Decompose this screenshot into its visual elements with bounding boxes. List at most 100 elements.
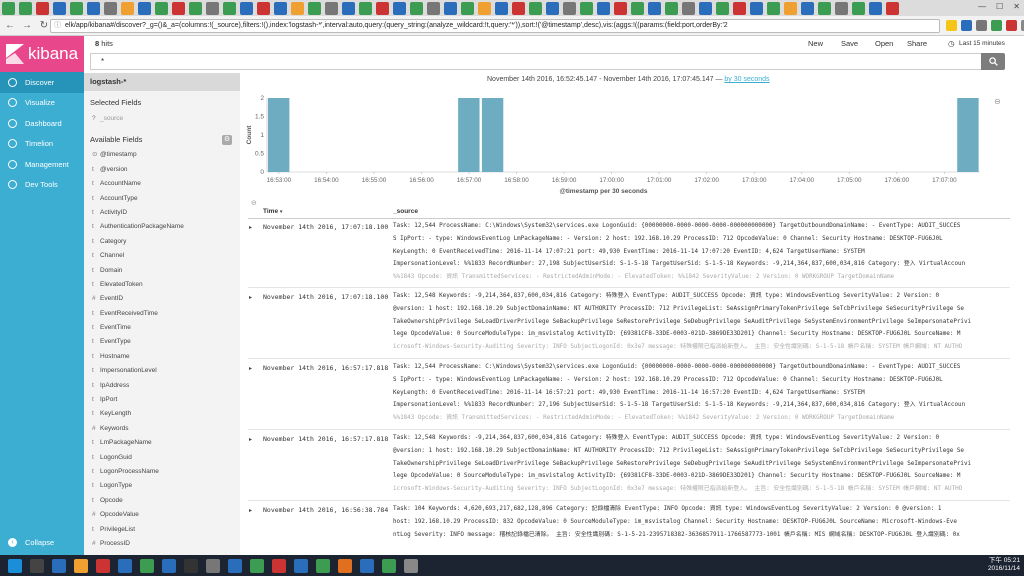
sidebar-item-dev-tools[interactable]: Dev Tools [0, 175, 84, 196]
app-icon[interactable] [316, 558, 330, 573]
sidebar-item-visualize[interactable]: Visualize [0, 93, 84, 114]
app-icon[interactable] [228, 558, 242, 573]
browser-tab[interactable] [376, 1, 389, 15]
column-header-time[interactable]: Time ▾ [263, 208, 282, 215]
histogram-bar[interactable] [268, 98, 290, 172]
browser-tab[interactable] [36, 1, 49, 15]
browser-tab[interactable] [206, 1, 219, 15]
page-info-icon[interactable]: ⓘ [54, 20, 61, 32]
browser-tab[interactable] [240, 1, 253, 15]
browser-tab[interactable] [665, 1, 678, 15]
new-button[interactable]: New [808, 39, 823, 48]
open-button[interactable]: Open [875, 39, 893, 48]
browser-tab[interactable] [886, 1, 899, 15]
forward-icon[interactable]: → [20, 20, 34, 31]
browser-tab[interactable] [478, 1, 491, 15]
app-icon[interactable] [272, 558, 286, 573]
available-field[interactable]: t KeyLength [84, 407, 240, 421]
browser-tab[interactable] [818, 1, 831, 15]
sidebar-item-timelion[interactable]: Timelion [0, 134, 84, 155]
available-field[interactable]: t LogonType [84, 479, 240, 493]
system-clock[interactable]: 下午 05:21 2016/11/14 [988, 557, 1020, 573]
browser-tab[interactable] [53, 1, 66, 15]
browser-tab[interactable] [410, 1, 423, 15]
browser-tab[interactable] [138, 1, 151, 15]
browser-tab[interactable] [70, 1, 83, 15]
browser-tab[interactable] [648, 1, 661, 15]
windows-start-icon[interactable] [8, 558, 22, 573]
interval-link[interactable]: by 30 seconds [724, 76, 769, 83]
browser-tab[interactable] [614, 1, 627, 15]
browser-tab[interactable] [716, 1, 729, 15]
available-field[interactable]: t ElevatedToken [84, 278, 240, 292]
expand-row-icon[interactable]: ▸ [249, 294, 252, 301]
app-icon[interactable] [140, 558, 154, 573]
browser-tab[interactable] [342, 1, 355, 15]
available-field[interactable]: t Domain [84, 264, 240, 278]
browser-tab[interactable] [155, 1, 168, 15]
browser-tab[interactable] [512, 1, 525, 15]
close-icon[interactable]: ✕ [1013, 2, 1020, 11]
address-bar[interactable]: ⓘ elk/app/kibana#/discover?_g=()&_a=(col… [50, 19, 940, 33]
browser-tab[interactable] [461, 1, 474, 15]
browser-tab[interactable] [444, 1, 457, 15]
browser-tab[interactable] [172, 1, 185, 15]
share-button[interactable]: Share [907, 39, 927, 48]
available-field[interactable]: t Opcode [84, 494, 240, 508]
available-field[interactable]: # Keywords [84, 422, 240, 436]
available-field[interactable]: # ProcessID [84, 537, 240, 551]
app-icon[interactable] [162, 558, 176, 573]
browser-tab[interactable] [563, 1, 576, 15]
available-field[interactable]: t EventReceivedTime [84, 307, 240, 321]
browser-tab[interactable] [682, 1, 695, 15]
available-field[interactable]: t IpPort [84, 393, 240, 407]
folder-icon[interactable] [74, 558, 88, 573]
available-field[interactable]: # OpcodeValue [84, 508, 240, 522]
browser-tab[interactable] [393, 1, 406, 15]
time-picker-button[interactable]: Last 15 minutes [959, 40, 1005, 47]
task-view-icon[interactable] [52, 558, 66, 573]
expand-row-icon[interactable]: ▸ [249, 365, 252, 372]
available-field[interactable]: t PrivilegeList [84, 523, 240, 537]
back-icon[interactable]: ← [3, 20, 17, 31]
available-field[interactable]: t AccountType [84, 192, 240, 206]
expand-row-icon[interactable]: ▸ [249, 224, 252, 231]
available-field[interactable]: t @version [84, 163, 240, 177]
save-button[interactable]: Save [841, 39, 858, 48]
selected-field[interactable]: ? _source [84, 112, 240, 126]
app-icon[interactable] [360, 558, 374, 573]
browser-tab[interactable] [801, 1, 814, 15]
kibana-logo[interactable]: kibana [0, 36, 84, 72]
available-field[interactable]: t Channel [84, 249, 240, 263]
browser-tab[interactable] [546, 1, 559, 15]
browser-tab[interactable] [733, 1, 746, 15]
extension-icon[interactable] [1006, 20, 1017, 31]
browser-tab[interactable] [223, 1, 236, 15]
available-field[interactable]: t LogonProcessName [84, 465, 240, 479]
browser-tab[interactable] [189, 1, 202, 15]
search-icon[interactable] [30, 558, 44, 573]
available-field[interactable]: # EventID [84, 292, 240, 306]
browser-tab[interactable] [87, 1, 100, 15]
browser-tab[interactable] [597, 1, 610, 15]
available-field[interactable]: t EventTime [84, 321, 240, 335]
app-icon[interactable] [96, 558, 110, 573]
available-field[interactable]: t LogonGuid [84, 451, 240, 465]
available-field[interactable]: t Category [84, 235, 240, 249]
app-icon[interactable] [404, 558, 418, 573]
index-pattern-selector[interactable]: logstash-* [84, 73, 240, 91]
browser-tab[interactable] [359, 1, 372, 15]
firefox-icon[interactable] [338, 558, 352, 573]
maximize-icon[interactable]: ☐ [996, 2, 1003, 11]
field-settings-gear-icon[interactable]: ⚙ [222, 135, 232, 145]
browser-tab[interactable] [308, 1, 321, 15]
browser-tab[interactable] [852, 1, 865, 15]
extension-icon[interactable] [961, 20, 972, 31]
browser-tab[interactable] [257, 1, 270, 15]
expand-row-icon[interactable]: ▸ [249, 436, 252, 443]
sidebar-item-management[interactable]: Management [0, 154, 84, 175]
available-field[interactable]: t Hostname [84, 350, 240, 364]
histogram-bar[interactable] [458, 98, 480, 172]
browser-tab[interactable] [580, 1, 593, 15]
browser-tab[interactable] [291, 1, 304, 15]
